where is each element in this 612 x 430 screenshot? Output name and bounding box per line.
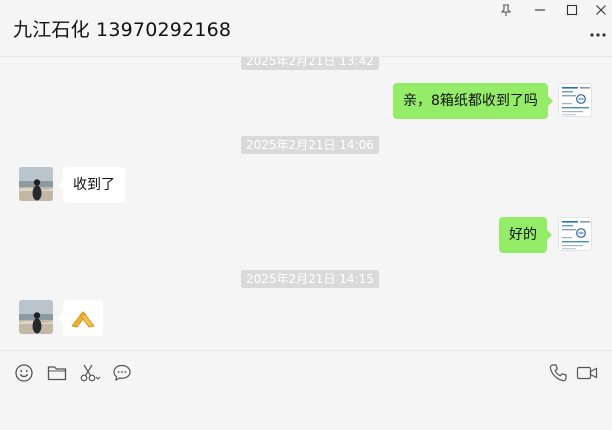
avatar-contact[interactable] — [19, 167, 53, 201]
fist-bump-emoji — [71, 311, 95, 328]
message-bubble-received[interactable]: 收到了 — [58, 167, 125, 203]
timestamp: 2025年2月21日 14:15 — [241, 270, 379, 288]
business-card-avatar-image — [559, 218, 591, 250]
timestamp: 2025年2月21日 13:42 — [241, 57, 379, 70]
input-toolbar — [0, 350, 612, 430]
video-call-icon[interactable] — [574, 361, 600, 385]
chat-message-list[interactable]: 2025年2月21日 13:42 亲，8箱纸都收到了吗 2025年2月21日 1… — [0, 57, 612, 350]
message-bubble-sent[interactable]: 亲，8箱纸都收到了吗 — [393, 83, 553, 119]
business-card-avatar-image — [559, 84, 591, 116]
phone-icon[interactable] — [546, 361, 570, 385]
beach-photo-avatar-image — [19, 167, 53, 201]
beach-photo-avatar-image — [19, 300, 53, 334]
chat-title: 九江石化 13970292168 — [13, 19, 232, 41]
message-bubble-sent[interactable]: 好的 — [499, 217, 552, 253]
avatar-contact[interactable] — [19, 300, 53, 334]
timestamp: 2025年2月21日 14:06 — [241, 136, 379, 154]
folder-icon[interactable] — [45, 361, 69, 385]
close-icon[interactable] — [588, 0, 612, 20]
pin-icon[interactable] — [493, 0, 519, 20]
message-bubble-received[interactable] — [58, 300, 103, 336]
more-icon[interactable] — [587, 28, 609, 42]
maximize-icon[interactable] — [559, 0, 585, 20]
avatar-self[interactable] — [558, 217, 592, 251]
emoji-icon[interactable] — [12, 361, 36, 385]
chat-bubble-icon[interactable] — [110, 361, 134, 385]
scissors-icon[interactable] — [78, 361, 102, 385]
title-bar: 九江石化 13970292168 — [0, 0, 612, 57]
avatar-self[interactable] — [558, 83, 592, 117]
minimize-icon[interactable] — [527, 0, 553, 20]
